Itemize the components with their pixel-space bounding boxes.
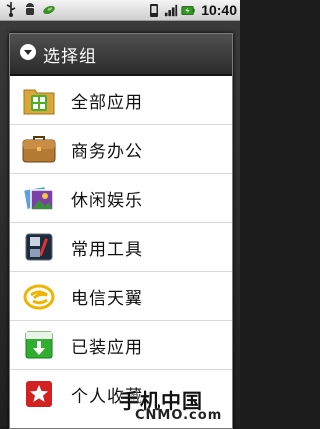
leaf-icon [42,2,56,17]
group-list: 全部应用 商务办公 休闲娱乐 常用工具 电信天翼 已装应用 个人收藏 [10,76,232,418]
list-item-label: 常用工具 [71,239,143,260]
dropdown-circle-icon [19,43,37,65]
all-apps-icon [21,82,57,118]
watermark-en: CNMO.com [135,408,223,423]
clock: 10:40 [201,2,237,18]
system-icons: 10:40 [147,2,237,18]
notification-icons [4,2,56,17]
list-item-label: 全部应用 [71,92,143,113]
list-item-installed[interactable]: 已装应用 [10,321,232,370]
usb-icon [4,2,18,17]
list-item-label: 已装应用 [71,337,143,358]
list-item-label: 商务办公 [71,141,143,162]
signal-icon [164,3,178,18]
list-item-telecom[interactable]: 电信天翼 [10,272,232,321]
phone-status-icon [147,3,161,18]
installed-download-icon [21,327,57,363]
list-item-business[interactable]: 商务办公 [10,125,232,174]
list-item-all-apps[interactable]: 全部应用 [10,76,232,125]
dialog-title: 选择组 [43,46,97,67]
list-item-label: 休闲娱乐 [71,190,143,211]
tools-icon [21,229,57,265]
list-item-label: 电信天翼 [71,288,143,309]
list-item-tools[interactable]: 常用工具 [10,223,232,272]
favorite-star-icon [21,376,57,412]
dialog-title-bar: 选择组 [10,34,232,76]
photos-icon [21,180,57,216]
android-bug-icon [23,2,37,17]
select-group-dialog: 选择组 全部应用 商务办公 休闲娱乐 常用工具 电信天翼 已装应用 个人收藏 [9,33,233,429]
status-bar: 10:40 [0,0,240,21]
telecom-icon [21,278,57,314]
briefcase-icon [21,131,57,167]
battery-icon [181,3,195,18]
list-item-leisure[interactable]: 休闲娱乐 [10,174,232,223]
watermark: 手机中国 CNMO.com [119,385,240,427]
